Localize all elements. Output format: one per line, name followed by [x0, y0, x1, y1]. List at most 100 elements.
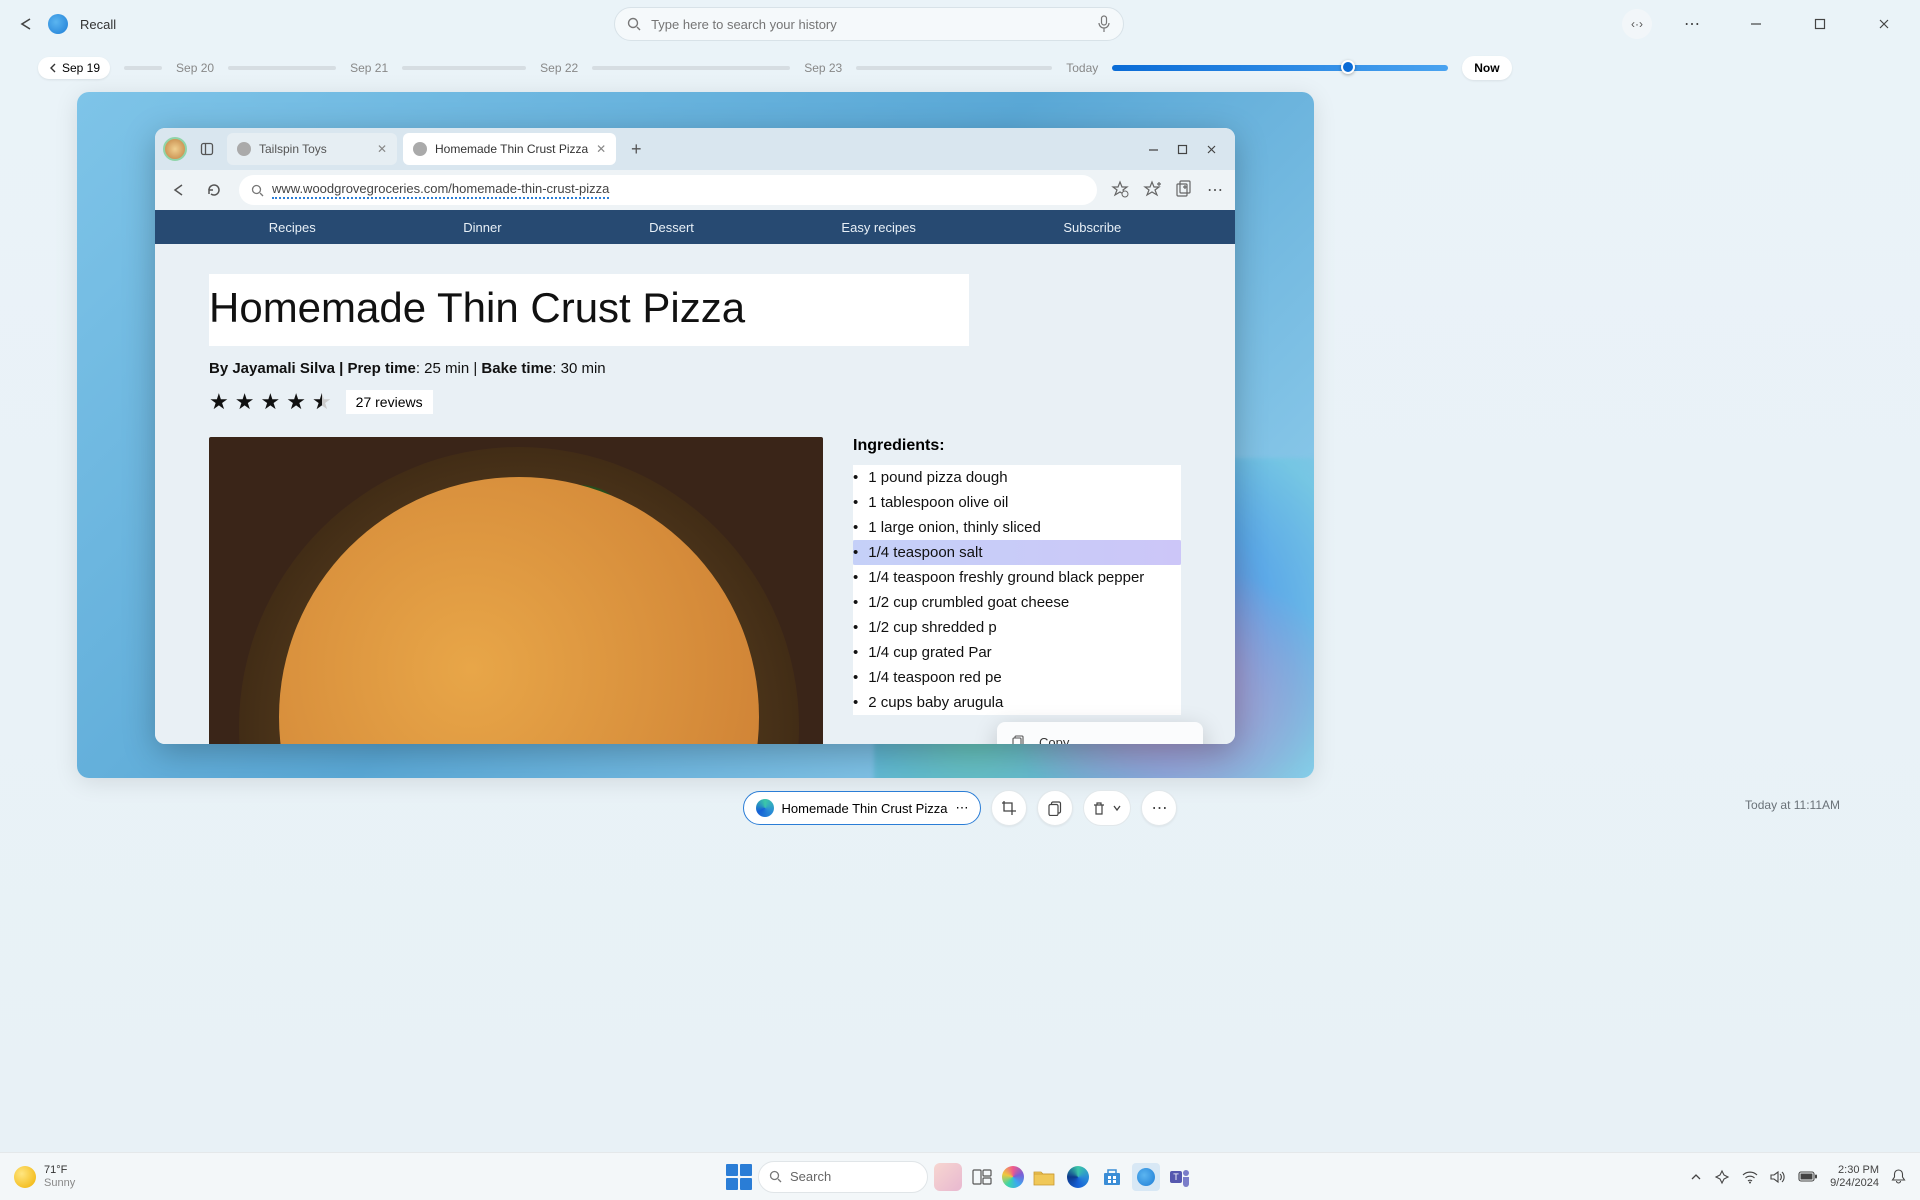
taskbar-explorer[interactable]	[1030, 1163, 1058, 1191]
weather-widget[interactable]: 71°F Sunny	[14, 1164, 75, 1188]
context-copy[interactable]: Copy	[997, 726, 1203, 744]
close-tab-icon[interactable]: ✕	[596, 142, 606, 156]
timeline-segment[interactable]	[402, 66, 526, 70]
back-button[interactable]	[14, 12, 38, 36]
history-search-input[interactable]	[651, 17, 1087, 32]
microphone-icon[interactable]	[1097, 15, 1111, 33]
app-title: Recall	[80, 17, 116, 32]
favorites-icon[interactable]	[1143, 180, 1161, 200]
code-button[interactable]: ‹·›	[1622, 9, 1652, 39]
ingredient-item[interactable]: 1 pound pizza dough	[853, 465, 1181, 490]
ingredient-item[interactable]: 1 tablespoon olive oil	[853, 490, 1181, 515]
browser-window: Tailspin Toys ✕ Homemade Thin Crust Pizz…	[155, 128, 1235, 744]
browser-close-icon[interactable]	[1206, 144, 1217, 155]
tray-wifi-icon[interactable]	[1742, 1170, 1758, 1184]
browser-tab-inactive[interactable]: Tailspin Toys ✕	[227, 133, 397, 165]
tray-volume-icon[interactable]	[1770, 1170, 1786, 1184]
ingredient-item[interactable]: 1/4 teaspoon red pe	[853, 665, 1181, 690]
new-tab-button[interactable]: +	[622, 135, 650, 163]
close-tab-icon[interactable]: ✕	[377, 142, 387, 156]
timeline[interactable]: Sep 19 Sep 20 Sep 21 Sep 22 Sep 23 Today…	[0, 48, 1920, 88]
taskbar-copilot[interactable]	[1002, 1166, 1024, 1188]
weather-condition: Sunny	[44, 1177, 75, 1189]
taskbar-task-view[interactable]	[968, 1163, 996, 1191]
favicon-icon	[413, 142, 427, 156]
taskbar-teams[interactable]: T	[1166, 1163, 1194, 1191]
taskbar: 71°F Sunny Search T 2:30 PM 9/24/2024	[0, 1152, 1920, 1200]
minimize-button[interactable]	[1734, 9, 1778, 39]
nav-link-dessert[interactable]: Dessert	[649, 220, 694, 235]
context-menu: Copy Open with Search the web	[997, 722, 1203, 744]
tray-chevron-icon[interactable]	[1690, 1171, 1702, 1183]
copy-icon	[1011, 734, 1027, 744]
history-search[interactable]	[614, 7, 1124, 41]
source-app-chip[interactable]: Homemade Thin Crust Pizza ⋯	[743, 791, 982, 825]
tray-clock[interactable]: 2:30 PM 9/24/2024	[1830, 1164, 1879, 1188]
ingredients-list: 1 pound pizza dough1 tablespoon olive oi…	[853, 465, 1181, 715]
ingredient-item[interactable]: 1/4 teaspoon freshly ground black pepper	[853, 565, 1181, 590]
favorite-page-icon[interactable]	[1111, 180, 1129, 200]
profile-avatar[interactable]	[163, 137, 187, 161]
search-icon	[769, 1170, 782, 1183]
ingredient-item[interactable]: 1/4 teaspoon salt	[853, 540, 1181, 565]
browser-back-button[interactable]	[167, 179, 189, 201]
ingredient-item[interactable]: 1 large onion, thinly sliced	[853, 515, 1181, 540]
timeline-segment[interactable]	[592, 66, 790, 70]
recipe-title-box: Homemade Thin Crust Pizza	[209, 274, 969, 346]
more-button[interactable]: ⋯	[1670, 9, 1714, 39]
timeline-date: Sep 20	[176, 61, 214, 75]
browser-refresh-button[interactable]	[203, 179, 225, 201]
more-actions-button[interactable]: ⋯	[1141, 790, 1177, 826]
edge-icon	[756, 799, 774, 817]
browser-tabstrip: Tailspin Toys ✕ Homemade Thin Crust Pizz…	[155, 128, 1235, 170]
timeline-segment[interactable]	[228, 66, 336, 70]
taskbar-search[interactable]: Search	[758, 1161, 928, 1193]
ingredients-panel: Ingredients: 1 pound pizza dough1 tables…	[853, 437, 1181, 744]
browser-tab-active[interactable]: Homemade Thin Crust Pizza ✕	[403, 133, 616, 165]
taskbar-edge[interactable]	[1064, 1163, 1092, 1191]
taskbar-app-1[interactable]	[934, 1163, 962, 1191]
search-icon	[627, 17, 641, 31]
tray-battery-icon[interactable]	[1798, 1171, 1818, 1182]
timeline-segment[interactable]	[124, 66, 162, 70]
timeline-current-date[interactable]: Sep 19	[38, 57, 110, 79]
delete-snapshot-button[interactable]	[1083, 790, 1131, 826]
nav-link-recipes[interactable]: Recipes	[269, 220, 316, 235]
taskbar-recall-active[interactable]	[1132, 1163, 1160, 1191]
tray-copilot-icon[interactable]	[1714, 1169, 1730, 1185]
taskbar-store[interactable]	[1098, 1163, 1126, 1191]
page-content: Homemade Thin Crust Pizza By Jayamali Si…	[155, 244, 1235, 744]
nav-link-easy-recipes[interactable]: Easy recipes	[841, 220, 915, 235]
timeline-thumb[interactable]	[1341, 60, 1355, 74]
recall-app-icon	[48, 14, 68, 34]
start-button[interactable]	[726, 1164, 752, 1190]
browser-minimize-icon[interactable]	[1148, 144, 1159, 155]
nav-link-dinner[interactable]: Dinner	[463, 220, 501, 235]
browser-menu-icon[interactable]: ⋯	[1207, 180, 1223, 200]
ingredients-heading: Ingredients:	[853, 437, 1181, 455]
browser-maximize-icon[interactable]	[1177, 144, 1188, 155]
timeline-date: Sep 22	[540, 61, 578, 75]
timeline-now-button[interactable]: Now	[1462, 56, 1511, 80]
more-icon[interactable]: ⋯	[955, 800, 968, 816]
recipe-title: Homemade Thin Crust Pizza	[209, 284, 969, 332]
copy-snapshot-button[interactable]	[1037, 790, 1073, 826]
review-count[interactable]: 27 reviews	[346, 390, 433, 414]
ingredient-item[interactable]: 1/4 cup grated Par	[853, 640, 1181, 665]
maximize-button[interactable]	[1798, 9, 1842, 39]
collections-icon[interactable]	[1175, 180, 1193, 200]
nav-link-subscribe[interactable]: Subscribe	[1063, 220, 1121, 235]
close-button[interactable]	[1862, 9, 1906, 39]
timeline-segment[interactable]	[856, 66, 1052, 70]
ingredient-item[interactable]: 1/2 cup shredded p	[853, 615, 1181, 640]
ingredient-item[interactable]: 2 cups baby arugula	[853, 690, 1181, 715]
tray-notifications-icon[interactable]	[1891, 1169, 1906, 1185]
timeline-today-label: Today	[1066, 61, 1098, 75]
tab-actions-button[interactable]	[193, 135, 221, 163]
tab-label: Tailspin Toys	[259, 142, 327, 156]
ingredient-item[interactable]: 1/2 cup crumbled goat cheese	[853, 590, 1181, 615]
crop-button[interactable]	[991, 790, 1027, 826]
url-field[interactable]: www.woodgrovegroceries.com/homemade-thin…	[239, 175, 1097, 205]
timeline-active-segment[interactable]	[1112, 65, 1448, 71]
favicon-icon	[237, 142, 251, 156]
